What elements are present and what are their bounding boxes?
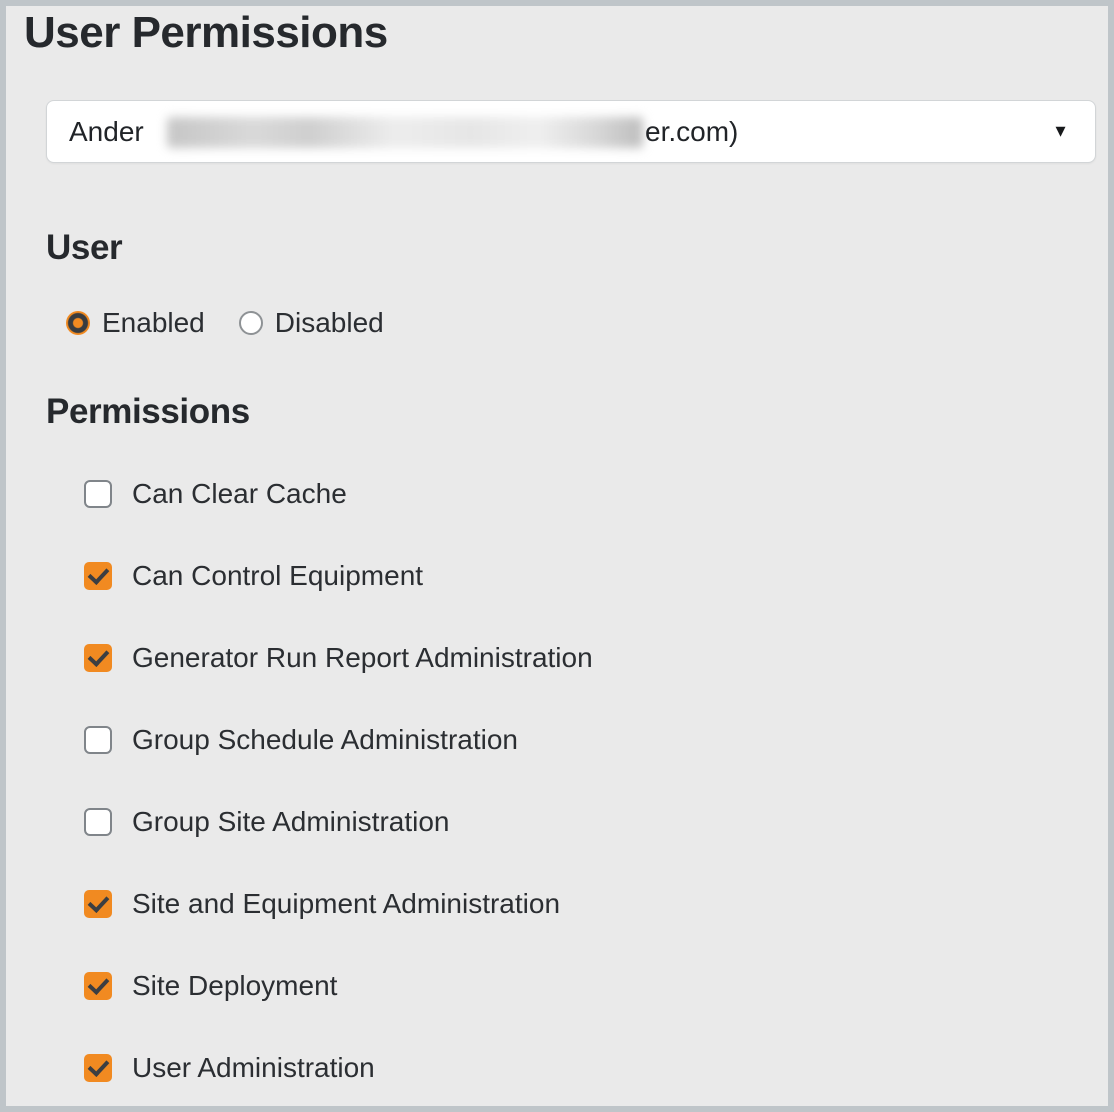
page-title: User Permissions (24, 8, 388, 58)
permission-row[interactable]: Can Clear Cache (84, 479, 593, 509)
permission-label: Group Site Administration (132, 806, 450, 838)
radio-unselected-icon[interactable] (239, 311, 263, 335)
permission-label: Generator Run Report Administration (132, 642, 593, 674)
checkbox-checked-icon[interactable] (84, 1054, 112, 1082)
radio-selected-icon[interactable] (66, 311, 90, 335)
checkbox-unchecked-icon[interactable] (84, 808, 112, 836)
selected-user-text: Ander (69, 116, 144, 148)
radio-option-disabled[interactable]: Disabled (239, 307, 384, 339)
permission-row[interactable]: Generator Run Report Administration (84, 643, 593, 673)
permissions-section-heading: Permissions (46, 392, 250, 432)
checkbox-checked-icon[interactable] (84, 890, 112, 918)
user-status-radio-group: Enabled Disabled (66, 307, 418, 339)
permission-label: Site and Equipment Administration (132, 888, 560, 920)
caret-down-icon: ▼ (1052, 121, 1069, 141)
radio-option-enabled[interactable]: Enabled (66, 307, 205, 339)
permission-label: Site Deployment (132, 970, 337, 1002)
redacted-user-text (167, 117, 643, 148)
permission-label: Can Control Equipment (132, 560, 423, 592)
permission-row[interactable]: Site and Equipment Administration (84, 889, 593, 919)
permission-row[interactable]: Site Deployment (84, 971, 593, 1001)
user-section-heading: User (46, 228, 122, 268)
radio-label: Disabled (275, 307, 384, 339)
radio-label: Enabled (102, 307, 205, 339)
permission-label: Group Schedule Administration (132, 724, 518, 756)
permission-row[interactable]: User Administration (84, 1053, 593, 1083)
selected-user-suffix: er.com) (645, 116, 738, 148)
checkbox-checked-icon[interactable] (84, 644, 112, 672)
user-select-dropdown[interactable]: Ander er.com) ▼ (46, 100, 1096, 163)
permissions-list: Can Clear Cache Can Control Equipment Gene… (84, 479, 593, 1112)
checkbox-unchecked-icon[interactable] (84, 480, 112, 508)
permission-label: User Administration (132, 1052, 375, 1084)
checkbox-unchecked-icon[interactable] (84, 726, 112, 754)
checkbox-checked-icon[interactable] (84, 972, 112, 1000)
permission-row[interactable]: Group Schedule Administration (84, 725, 593, 755)
permission-row[interactable]: Can Control Equipment (84, 561, 593, 591)
checkbox-checked-icon[interactable] (84, 562, 112, 590)
user-permissions-panel: User Permissions Ander er.com) ▼ User En… (0, 0, 1114, 1112)
permission-row[interactable]: Group Site Administration (84, 807, 593, 837)
permission-label: Can Clear Cache (132, 478, 347, 510)
